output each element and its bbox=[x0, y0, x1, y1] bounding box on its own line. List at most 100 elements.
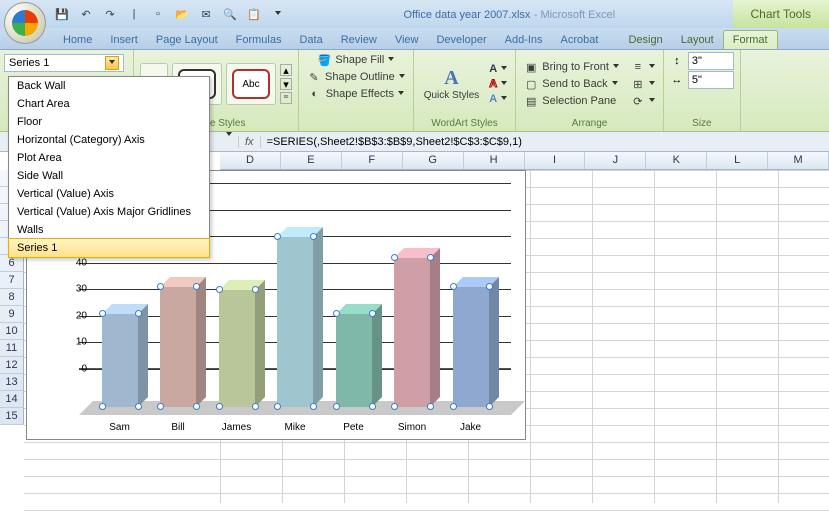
col-header[interactable]: I bbox=[525, 152, 586, 169]
dropdown-item[interactable]: Plot Area bbox=[9, 149, 209, 167]
shape-fill-button[interactable]: 🪣Shape Fill bbox=[315, 52, 396, 68]
open-icon[interactable]: 📂 bbox=[174, 6, 190, 22]
dropdown-item[interactable]: Walls bbox=[9, 221, 209, 239]
dropdown-item[interactable]: Horizontal (Category) Axis bbox=[9, 131, 209, 149]
text-fill-button[interactable]: A bbox=[487, 62, 509, 76]
selection-handle[interactable] bbox=[333, 310, 340, 317]
row-header[interactable]: 14 bbox=[0, 391, 24, 408]
row-header[interactable]: 10 bbox=[0, 323, 24, 340]
shape-gallery-scroll[interactable]: ▴ ▾ ⁼ bbox=[280, 64, 292, 104]
row-header[interactable]: 15 bbox=[0, 408, 24, 425]
selection-handle[interactable] bbox=[369, 403, 376, 410]
rotate-button[interactable]: ⟳ bbox=[629, 93, 657, 109]
selection-handle[interactable] bbox=[157, 403, 164, 410]
width-field[interactable] bbox=[688, 71, 734, 89]
width-input[interactable]: ↔ bbox=[670, 71, 734, 89]
selection-handle[interactable] bbox=[333, 403, 340, 410]
selection-handle[interactable] bbox=[135, 403, 142, 410]
formula-text[interactable]: =SERIES(,Sheet2!$B$3:$B$9,Sheet2!$C$3:$C… bbox=[261, 136, 522, 148]
selection-handle[interactable] bbox=[216, 403, 223, 410]
selection-handle[interactable] bbox=[486, 403, 493, 410]
tab-layout[interactable]: Layout bbox=[672, 31, 723, 49]
selection-handle[interactable] bbox=[216, 286, 223, 293]
col-header[interactable]: G bbox=[403, 152, 464, 169]
selection-handle[interactable] bbox=[310, 403, 317, 410]
selection-handle[interactable] bbox=[450, 283, 457, 290]
shape-style-2[interactable]: Abc bbox=[226, 63, 276, 105]
redo-icon[interactable]: ↷ bbox=[102, 6, 118, 22]
dropdown-item[interactable]: Floor bbox=[9, 113, 209, 131]
height-field[interactable] bbox=[688, 52, 734, 70]
chart-element-selector[interactable]: Series 1 bbox=[4, 54, 124, 72]
selection-handle[interactable] bbox=[450, 403, 457, 410]
row-header[interactable]: 9 bbox=[0, 306, 24, 323]
chevron-down-icon[interactable] bbox=[105, 56, 119, 70]
office-button[interactable] bbox=[4, 2, 46, 44]
tab-home[interactable]: Home bbox=[54, 31, 101, 49]
col-header[interactable]: D bbox=[220, 152, 281, 169]
quick-styles-button[interactable]: A Quick Styles bbox=[420, 67, 484, 101]
dropdown-item[interactable]: Series 1 bbox=[8, 238, 210, 258]
dropdown-item[interactable]: Vertical (Value) Axis bbox=[9, 185, 209, 203]
col-header[interactable]: L bbox=[707, 152, 768, 169]
save-icon[interactable]: 💾 bbox=[54, 6, 70, 22]
col-header[interactable]: F bbox=[342, 152, 403, 169]
group-button[interactable]: ⊞ bbox=[629, 76, 657, 92]
send-to-back-button[interactable]: ▢Send to Back bbox=[522, 76, 621, 92]
selection-handle[interactable] bbox=[427, 403, 434, 410]
tab-data[interactable]: Data bbox=[290, 31, 331, 49]
dropdown-item[interactable]: Side Wall bbox=[9, 167, 209, 185]
tab-acrobat[interactable]: Acrobat bbox=[552, 31, 608, 49]
row-header[interactable]: 13 bbox=[0, 374, 24, 391]
print-preview-icon[interactable]: 🔍 bbox=[222, 6, 238, 22]
dropdown-item[interactable]: Back Wall bbox=[9, 77, 209, 95]
bring-to-front-button[interactable]: ▣Bring to Front bbox=[522, 59, 621, 75]
col-header[interactable]: H bbox=[464, 152, 525, 169]
tab-view[interactable]: View bbox=[386, 31, 428, 49]
row-header[interactable]: 8 bbox=[0, 289, 24, 306]
selection-handle[interactable] bbox=[99, 310, 106, 317]
tab-developer[interactable]: Developer bbox=[427, 31, 495, 49]
selection-handle[interactable] bbox=[369, 310, 376, 317]
col-header[interactable]: M bbox=[768, 152, 829, 169]
shape-outline-button[interactable]: ✎Shape Outline bbox=[305, 69, 407, 85]
fb-dropdown-icon[interactable] bbox=[226, 136, 232, 148]
col-header[interactable]: E bbox=[281, 152, 342, 169]
email-icon[interactable]: ✉ bbox=[198, 6, 214, 22]
row-header[interactable]: 12 bbox=[0, 357, 24, 374]
tab-insert[interactable]: Insert bbox=[101, 31, 147, 49]
selection-handle[interactable] bbox=[252, 403, 259, 410]
selection-handle[interactable] bbox=[310, 233, 317, 240]
selection-handle[interactable] bbox=[252, 286, 259, 293]
chart-element-dropdown[interactable]: Back WallChart AreaFloorHorizontal (Cate… bbox=[8, 76, 210, 258]
selection-handle[interactable] bbox=[486, 283, 493, 290]
col-header[interactable]: J bbox=[585, 152, 646, 169]
dropdown-item[interactable]: Vertical (Value) Axis Major Gridlines bbox=[9, 203, 209, 221]
new-icon[interactable]: ▫ bbox=[150, 6, 166, 22]
selection-handle[interactable] bbox=[274, 403, 281, 410]
dropdown-item[interactable]: Chart Area bbox=[9, 95, 209, 113]
tab-add-ins[interactable]: Add-Ins bbox=[496, 31, 552, 49]
row-header[interactable]: 7 bbox=[0, 272, 24, 289]
tab-formulas[interactable]: Formulas bbox=[227, 31, 291, 49]
selection-handle[interactable] bbox=[135, 310, 142, 317]
fx-icon[interactable]: fx bbox=[238, 136, 261, 148]
selection-handle[interactable] bbox=[99, 403, 106, 410]
row-header[interactable]: 11 bbox=[0, 340, 24, 357]
height-input[interactable]: ↕ bbox=[670, 52, 734, 70]
text-outline-button[interactable]: A bbox=[487, 77, 509, 91]
selection-pane-button[interactable]: ▤Selection Pane bbox=[522, 93, 621, 109]
selection-handle[interactable] bbox=[193, 403, 200, 410]
tab-review[interactable]: Review bbox=[332, 31, 386, 49]
undo-icon[interactable]: ↶ bbox=[78, 6, 94, 22]
shape-effects-button[interactable]: ◐Shape Effects bbox=[306, 86, 406, 102]
selection-handle[interactable] bbox=[391, 403, 398, 410]
tab-page-layout[interactable]: Page Layout bbox=[147, 31, 227, 49]
paste-icon[interactable]: 📋 bbox=[246, 6, 262, 22]
tab-format[interactable]: Format bbox=[723, 30, 778, 49]
tab-design[interactable]: Design bbox=[619, 31, 671, 49]
col-header[interactable]: K bbox=[646, 152, 707, 169]
align-button[interactable]: ≡ bbox=[629, 59, 657, 75]
qat-dropdown-icon[interactable] bbox=[270, 6, 286, 22]
selection-handle[interactable] bbox=[274, 233, 281, 240]
